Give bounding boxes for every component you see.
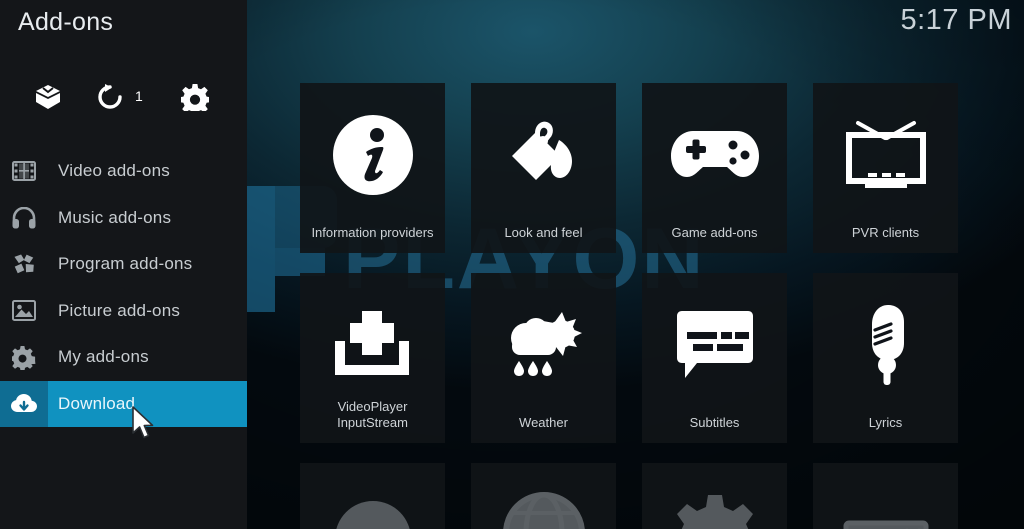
tile-subtitles[interactable]: Subtitles: [642, 273, 787, 443]
install-from-package-icon: [34, 84, 62, 110]
install-from-package-button[interactable]: [26, 76, 70, 118]
tile-row3-col3[interactable]: [642, 463, 787, 529]
tile-look-and-feel[interactable]: Look and feel: [471, 83, 616, 253]
paint-tag-icon: [471, 105, 616, 205]
sidebar-item-video-addons[interactable]: Video add-ons: [0, 148, 247, 195]
tile-label: Weather: [519, 415, 568, 430]
puzzle-icon: [0, 241, 48, 288]
tile-row3-col4[interactable]: [813, 463, 958, 529]
sidebar-item-program-addons[interactable]: Program add-ons: [0, 241, 247, 288]
sidebar-item-body: Picture add-ons: [48, 288, 247, 335]
gamepad-icon: [642, 105, 787, 205]
speech-bubble-icon: [642, 295, 787, 395]
info-circle-icon: [300, 105, 445, 205]
picture-icon: [0, 288, 48, 335]
check-for-updates-icon: [97, 83, 123, 111]
check-for-updates-button[interactable]: [88, 76, 132, 118]
sidebar-item-music-addons[interactable]: Music add-ons: [0, 195, 247, 242]
tile-videoplayer-inputstream[interactable]: VideoPlayer InputStream: [300, 273, 445, 443]
sidebar-item-download[interactable]: Download: [0, 380, 247, 427]
addon-settings-gear-icon: [181, 83, 209, 111]
gear-icon: [642, 485, 787, 529]
sidebar-item-body: Download: [48, 380, 247, 427]
gear-puzzle-icon: [0, 334, 48, 381]
sidebar-item-body: Video add-ons: [48, 148, 247, 195]
sidebar-item-body: My add-ons: [48, 334, 247, 381]
person-circle-icon: [300, 489, 445, 529]
tile-pvr-clients[interactable]: PVR clients: [813, 83, 958, 253]
sidebar-item-label: Download: [58, 393, 136, 413]
tile-label: Lyrics: [868, 415, 903, 430]
update-count-badge: 1: [135, 88, 143, 104]
tile-row3-col2[interactable]: [471, 463, 616, 529]
sidebar-item-label: Program add-ons: [58, 254, 193, 274]
sidebar-item-body: Program add-ons: [48, 241, 247, 288]
sidebar-item-label: Video add-ons: [58, 161, 170, 181]
television-icon: [813, 105, 958, 205]
tile-information-providers[interactable]: Information providers: [300, 83, 445, 253]
tile-label: Subtitles: [689, 415, 740, 430]
sidebar-item-label: Music add-ons: [58, 207, 172, 227]
sidebar: Add-ons 1 Video add-ons Music add-ons Pr…: [0, 0, 247, 529]
sun-rain-cloud-icon: [471, 295, 616, 395]
tile-lyrics[interactable]: Lyrics: [813, 273, 958, 443]
window-close-icon: [813, 501, 958, 529]
sidebar-item-picture-addons[interactable]: Picture add-ons: [0, 288, 247, 335]
tile-label: PVR clients: [851, 225, 920, 240]
sidebar-item-body: Music add-ons: [48, 195, 247, 242]
kodi-addons-screen: PLAYON Information providers: [0, 0, 1024, 529]
headphones-icon: [0, 195, 48, 242]
tile-weather[interactable]: Weather: [471, 273, 616, 443]
addon-settings-button[interactable]: [173, 76, 217, 118]
microphone-icon: [813, 295, 958, 395]
tile-row3-col1[interactable]: [300, 463, 445, 529]
sidebar-item-label: My add-ons: [58, 347, 149, 367]
globe-icon: [471, 483, 616, 529]
sidebar-item-label: Picture add-ons: [58, 300, 181, 320]
sidebar-nav: Video add-ons Music add-ons Program add-…: [0, 148, 247, 427]
sidebar-toolbar: 1: [0, 76, 247, 118]
sidebar-item-my-addons[interactable]: My add-ons: [0, 334, 247, 381]
tile-label: Look and feel: [504, 225, 583, 240]
cloud-download-icon: [0, 380, 48, 427]
tile-game-addons[interactable]: Game add-ons: [642, 83, 787, 253]
page-title: Add-ons: [18, 8, 114, 36]
addon-category-grid: Information providers Look and feel Game…: [300, 83, 1024, 529]
import-box-icon: [300, 295, 445, 395]
tile-label: VideoPlayer InputStream: [337, 399, 408, 430]
tile-label: Information providers: [311, 225, 434, 240]
clock: 5:17 PM: [900, 4, 1012, 36]
film-strip-icon: [0, 148, 48, 195]
tile-label: Game add-ons: [671, 225, 758, 240]
